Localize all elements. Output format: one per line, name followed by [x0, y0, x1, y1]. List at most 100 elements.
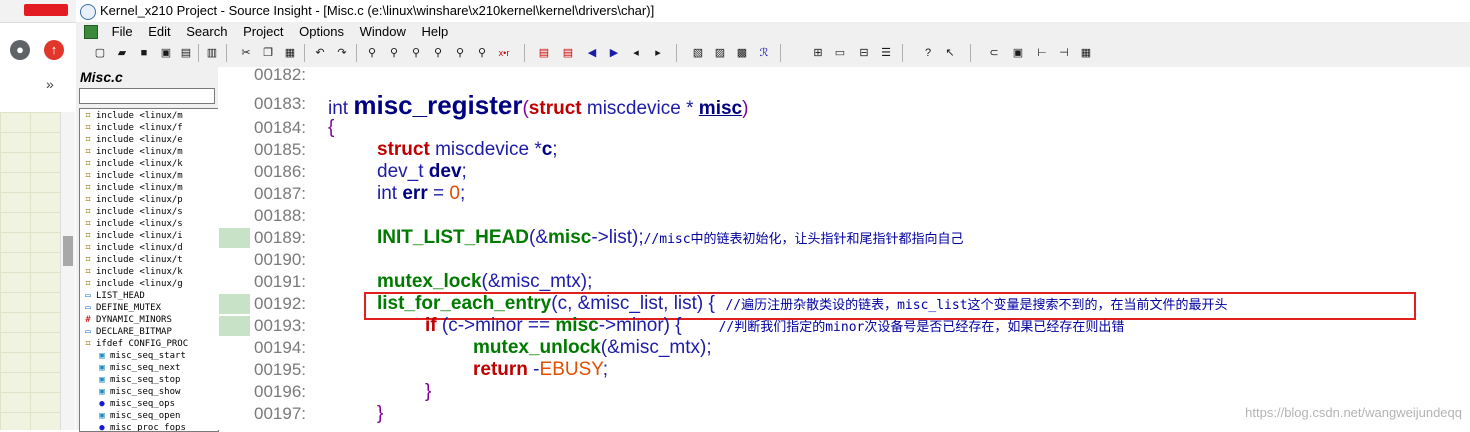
scroll-thumb[interactable] [63, 236, 73, 266]
include-icon: ⌗ [85, 207, 91, 217]
code-line: int misc_register(struct miscdevice * mi… [328, 90, 749, 120]
menu-view[interactable]: Window [354, 22, 412, 41]
print-icon[interactable]: ▥ [204, 45, 220, 61]
menu-search[interactable]: Search [180, 22, 233, 41]
tree-icon[interactable]: ⊢ [1034, 45, 1050, 61]
project-window-icon[interactable]: ▦ [1078, 45, 1094, 61]
code-line-highlighted: list_for_each_entry(c, &misc_list, list)… [377, 293, 1228, 314]
list-item[interactable]: ⌗ include <linux/s [80, 218, 218, 230]
help-context-icon[interactable]: ? [920, 45, 936, 61]
list-item[interactable]: ⌗ include <linux/k [80, 158, 218, 170]
replace-icon[interactable]: ⚲ [452, 45, 468, 61]
list-item[interactable]: ⌗ include <linux/s [80, 206, 218, 218]
list-item[interactable]: ▭ DEFINE_MUTEX [80, 302, 218, 314]
include-icon: ⌗ [85, 171, 91, 181]
menu-project[interactable]: Project [237, 22, 289, 41]
include-icon: ⌗ [85, 159, 91, 169]
structure-icon[interactable]: ⊣ [1056, 45, 1072, 61]
open-folder-icon[interactable]: ▰ [114, 45, 130, 61]
relation-icon[interactable]: ℛ [756, 45, 772, 61]
layout-split-icon[interactable]: ⊟ [856, 45, 872, 61]
layout-grid-icon[interactable]: ⊞ [810, 45, 826, 61]
list-item[interactable]: ⌗ include <linux/e [80, 134, 218, 146]
paste-icon[interactable]: ▦ [282, 45, 298, 61]
cross-reference-icon[interactable]: x•r [496, 45, 512, 61]
list-item[interactable]: ⌗ include <linux/i [80, 230, 218, 242]
hash-icon: # [85, 315, 91, 325]
upload-icon[interactable]: ↑ [44, 40, 64, 60]
save-all-icon[interactable]: ▣ [158, 45, 174, 61]
find-icon[interactable]: ⚲ [364, 45, 380, 61]
list-item[interactable]: # DYNAMIC_MINORS [80, 314, 218, 326]
list-item[interactable]: ▣ misc_seq_show [94, 386, 218, 398]
browser-tab-bar [0, 0, 76, 23]
symbol-filter-input[interactable] [79, 88, 215, 104]
list-item[interactable]: ▭ DECLARE_BITMAP [80, 326, 218, 338]
symbol-panel-filename: Misc.c [80, 69, 123, 85]
copy-icon[interactable]: ❐ [260, 45, 276, 61]
list-item[interactable]: ● misc_seq_ops [94, 398, 218, 410]
list-item[interactable]: ⌗ ifdef CONFIG_PROC [80, 338, 218, 350]
list-item[interactable]: ⌗ include <linux/k [80, 266, 218, 278]
find-prev-icon[interactable]: ⚲ [408, 45, 424, 61]
bookmark-prev-icon[interactable]: ▤ [536, 45, 552, 61]
lookup-icon[interactable]: ▨ [712, 45, 728, 61]
undo-icon[interactable]: ↶ [312, 45, 328, 61]
context-window-icon[interactable]: ▣ [1010, 45, 1026, 61]
jump-forward-icon[interactable]: ▸ [650, 45, 666, 61]
menu-bar: File Edit Search Project Options Window … [76, 22, 1470, 41]
menu-options[interactable]: Options [293, 22, 350, 41]
find-next-icon[interactable]: ⚲ [386, 45, 402, 61]
account-icon[interactable]: ● [10, 40, 30, 60]
code-line: INIT_LIST_HEAD(&misc->list);//misc中的链表初始… [377, 227, 964, 248]
save-icon[interactable]: ■ [136, 45, 152, 61]
close-file-icon[interactable]: ▤ [178, 45, 194, 61]
search-project-icon[interactable]: ⚲ [474, 45, 490, 61]
symbol-panel: Misc.c ⌗ include <linux/m ⌗ include <linux… [76, 67, 219, 432]
forward-arrow-icon[interactable]: ▶ [606, 45, 622, 61]
line-number: 00188: [254, 206, 306, 225]
pointer-help-icon[interactable]: ↖ [942, 45, 958, 61]
window-title: Kernel_x210 Project - Source Insight - [… [100, 3, 655, 18]
cut-icon[interactable]: ✂ [238, 45, 254, 61]
symbol-info-icon[interactable]: ▧ [690, 45, 706, 61]
list-item[interactable]: ⌗ include <linux/g [80, 278, 218, 290]
jump-back-icon[interactable]: ◂ [628, 45, 644, 61]
list-item[interactable]: ⌗ include <linux/m [80, 146, 218, 158]
redo-icon[interactable]: ↷ [334, 45, 350, 61]
list-item[interactable]: ▣ misc_seq_stop [94, 374, 218, 386]
menu-edit[interactable]: Edit [142, 22, 176, 41]
list-item[interactable]: ▣ misc_seq_open [94, 410, 218, 422]
double-chevron-icon[interactable]: » [46, 76, 54, 92]
back-arrow-icon[interactable]: ◀ [584, 45, 600, 61]
symbol-list[interactable]: ⌗ include <linux/m ⌗ include <linux/f ⌗ inc… [79, 108, 219, 432]
list-item[interactable]: ▣ misc_seq_start [94, 350, 218, 362]
side-scrollbar[interactable] [60, 112, 75, 430]
list-item[interactable]: ⌗ include <linux/m [80, 182, 218, 194]
new-file-icon[interactable]: ▢ [92, 45, 108, 61]
layout-single-icon[interactable]: ▭ [832, 45, 848, 61]
menu-file[interactable]: File [106, 22, 139, 41]
struct-icon: ● [99, 423, 105, 432]
define-icon: ▭ [85, 303, 91, 313]
list-item[interactable]: ● misc_proc_fops [94, 422, 218, 432]
layout-rows-icon[interactable]: ☰ [878, 45, 894, 61]
bookmark-next-icon[interactable]: ▤ [560, 45, 576, 61]
list-item[interactable]: ⌗ include <linux/f [80, 122, 218, 134]
book-icon[interactable]: ▩ [734, 45, 750, 61]
list-item[interactable]: ⌗ include <linux/d [80, 242, 218, 254]
find-files-icon[interactable]: ⚲ [430, 45, 446, 61]
list-item[interactable]: ▭ LIST_HEAD [80, 290, 218, 302]
code-editor[interactable]: 00182: 00183: 00184: 00185: 00186: 00187… [218, 65, 1470, 430]
document-icon[interactable] [84, 25, 98, 39]
list-item[interactable]: ⌗ include <linux/m [80, 110, 218, 122]
list-item[interactable]: ⌗ include <linux/p [80, 194, 218, 206]
app-icon [80, 4, 96, 20]
list-item[interactable]: ▣ misc_seq_next [94, 362, 218, 374]
code-line: } [377, 403, 384, 424]
list-item[interactable]: ⌗ include <linux/t [80, 254, 218, 266]
menu-window[interactable]: Help [415, 22, 454, 41]
line-number: 00182: [254, 65, 306, 84]
list-item[interactable]: ⌗ include <linux/m [80, 170, 218, 182]
link-window-icon[interactable]: ⊂ [986, 45, 1002, 61]
